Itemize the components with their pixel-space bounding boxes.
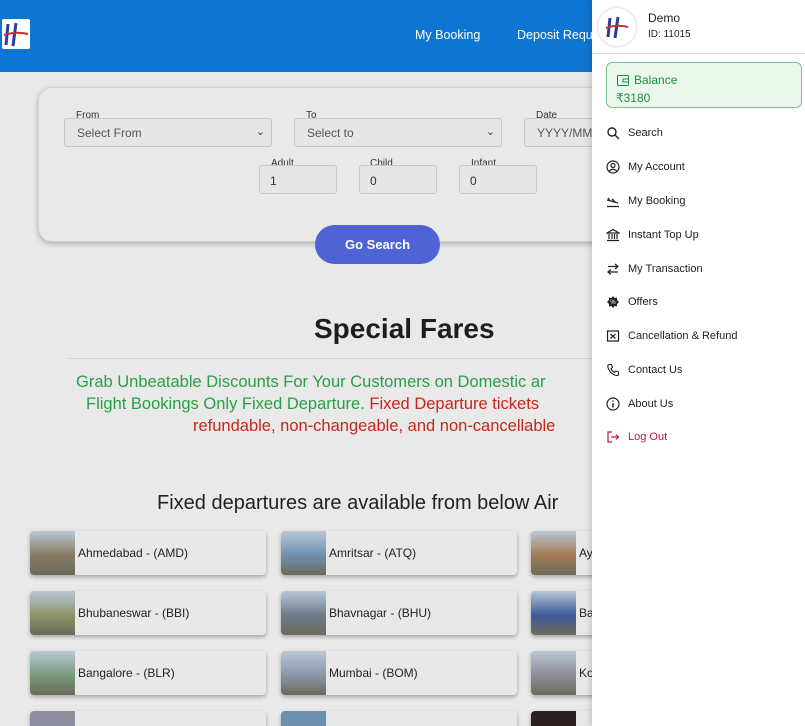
drawer-item-label: Contact Us [628,364,683,376]
balance-label: Balance [634,73,678,87]
drawer-item-label: My Booking [628,195,686,207]
user-name: Demo [648,11,681,25]
drawer-item-about-us[interactable]: About Us [606,394,796,414]
side-drawer: Demo ID: 11015 Balance ₹3180 Search My Ac… [592,0,805,726]
drawer-item-label: Instant Top Up [628,229,699,241]
badge-icon: % [607,296,619,308]
drawer-item-my-transaction[interactable]: My Transaction [606,259,796,279]
info-icon [606,397,620,411]
cancel-box-icon [606,330,620,342]
drawer-item-log-out[interactable]: Log Out [606,427,796,447]
search-icon [607,127,620,140]
balance-card[interactable]: Balance ₹3180 [606,62,802,108]
drawer-item-offers[interactable]: % Offers [606,292,796,312]
drawer-overlay[interactable] [0,0,592,726]
logout-icon [607,431,620,443]
drawer-item-my-account[interactable]: My Account [606,157,796,177]
drawer-item-search[interactable]: Search [606,123,796,143]
drawer-divider [592,53,805,54]
balance-value: ₹3180 [616,91,651,105]
wallet-icon [617,73,629,91]
user-avatar [598,8,636,46]
drawer-item-label: Search [628,127,663,139]
drawer-item-cancellation-refund[interactable]: Cancellation & Refund [606,326,796,346]
transfer-arrows-icon [607,263,619,275]
user-id: ID: 11015 [648,29,691,40]
drawer-item-label: About Us [628,398,674,410]
drawer-item-label: Log Out [628,431,668,443]
svg-text:%: % [610,300,616,306]
drawer-item-label: My Transaction [628,263,703,275]
drawer-item-label: Cancellation & Refund [628,330,738,342]
user-circle-icon [606,160,620,174]
drawer-item-instant-top-up[interactable]: Instant Top Up [606,225,796,245]
drawer-item-contact-us[interactable]: Contact Us [606,360,796,380]
phone-icon [607,363,620,377]
drawer-item-label: Offers [628,296,658,308]
drawer-item-my-booking[interactable]: My Booking [606,191,796,211]
bank-icon [606,228,620,242]
drawer-item-label: My Account [628,161,685,173]
plane-icon [606,197,619,208]
